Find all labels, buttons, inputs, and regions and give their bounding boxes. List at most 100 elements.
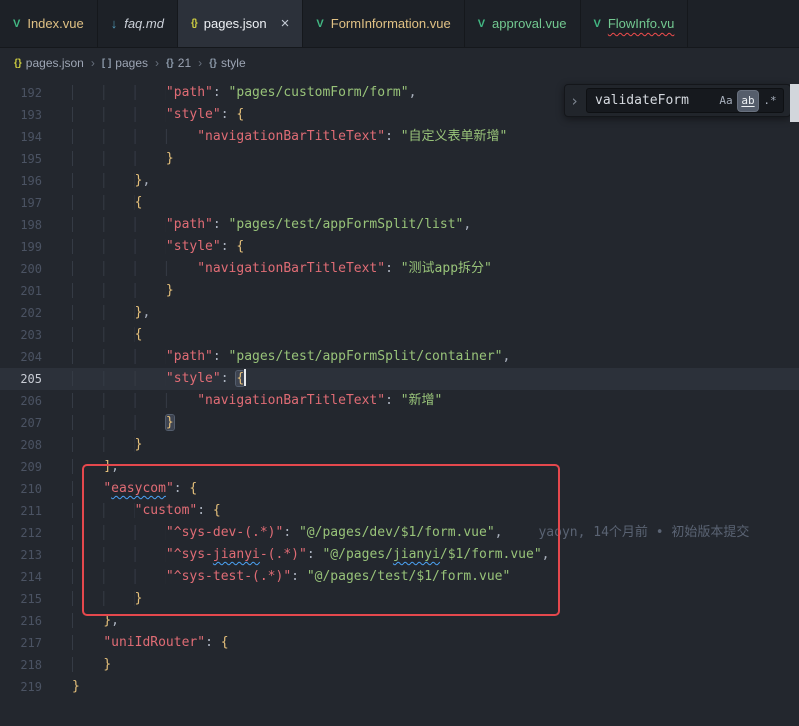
code-line-213[interactable]: 213 "^sys-jianyi-(.*)": "@/pages/jianyi/… — [0, 544, 799, 566]
code-line-text: "^sys-test-(.*)": "@/pages/test/$1/form.… — [72, 566, 510, 588]
tab-label: faq.md — [124, 16, 164, 31]
line-number: 208 — [0, 434, 42, 456]
code-line-text: "navigationBarTitleText": "测试app拆分" — [72, 258, 492, 280]
code-line-211[interactable]: 211 "custom": { — [0, 500, 799, 522]
code-token: "pages/test/appFormSplit/list" — [229, 217, 464, 232]
vue-icon: V — [316, 18, 323, 30]
line-number: 193 — [0, 104, 42, 126]
code-line-text: } — [72, 434, 142, 456]
toggle-replace-chevron-icon[interactable]: › — [567, 92, 582, 110]
code-line-197[interactable]: 197 { — [0, 192, 799, 214]
code-line-text: "style": { — [72, 104, 244, 126]
code-line-text: { — [72, 324, 142, 346]
find-input[interactable]: validateForm Aa ab .* — [586, 88, 784, 113]
breadcrumb-separator: › — [155, 56, 159, 70]
scrollbar-thumb[interactable] — [790, 84, 799, 122]
code-token: "@/pages/test/$1/form.vue" — [307, 569, 511, 584]
tab-label: FormInformation.vue — [331, 16, 451, 31]
code-line-218[interactable]: 218 } — [0, 654, 799, 676]
code-line-215[interactable]: 215 } — [0, 588, 799, 610]
breadcrumb-item-pages[interactable]: [ ]pages — [102, 56, 148, 70]
code-token — [72, 657, 103, 672]
code-line-208[interactable]: 208 } — [0, 434, 799, 456]
code-token: : — [197, 503, 213, 518]
line-number: 205 — [0, 368, 42, 390]
code-token — [72, 547, 166, 562]
code-line-text: "path": "pages/customForm/form", — [72, 82, 416, 104]
tab-index-vue[interactable]: VIndex.vue — [0, 0, 98, 47]
code-token: "style" — [166, 239, 221, 254]
code-token: } — [166, 415, 174, 430]
code-line-209[interactable]: 209 ], — [0, 456, 799, 478]
code-line-203[interactable]: 203 { — [0, 324, 799, 346]
tab-bar: VIndex.vue↓faq.md{}pages.json× V FormInfor… — [0, 0, 799, 48]
line-number: 204 — [0, 346, 42, 368]
code-token — [72, 349, 166, 364]
close-icon[interactable]: × — [281, 16, 290, 31]
code-token: : — [221, 239, 237, 254]
code-token — [72, 85, 166, 100]
line-number: 200 — [0, 258, 42, 280]
code-token: { — [213, 503, 221, 518]
code-token — [72, 525, 166, 540]
code-token — [72, 151, 166, 166]
code-token: "测试app拆分" — [401, 261, 492, 276]
code-token: jianyi — [393, 547, 440, 562]
breadcrumb-item-style[interactable]: {}style — [209, 56, 245, 70]
code-line-219[interactable]: 219} — [0, 676, 799, 698]
tab-pages-json[interactable]: {}pages.json× — [178, 0, 303, 47]
tab-faq-md[interactable]: ↓faq.md — [98, 0, 178, 47]
match-case-toggle-icon[interactable]: Aa — [716, 91, 736, 111]
code-line-207[interactable]: 207 } — [0, 412, 799, 434]
code-token: -(.*)" — [260, 547, 307, 562]
code-line-text: "easycom": { — [72, 478, 197, 500]
code-content[interactable]: 192 "path": "pages/customForm/form",193 … — [0, 78, 799, 698]
code-line-202[interactable]: 202 }, — [0, 302, 799, 324]
code-token: : — [221, 371, 237, 386]
code-line-212[interactable]: 212 "^sys-dev-(.*)": "@/pages/dev/$1/for… — [0, 522, 799, 544]
code-line-217[interactable]: 217 "uniIdRouter": { — [0, 632, 799, 654]
code-line-216[interactable]: 216 }, — [0, 610, 799, 632]
code-token: , — [111, 459, 119, 474]
code-line-text: "style": { — [72, 368, 246, 390]
code-line-text: "navigationBarTitleText": "新增" — [72, 390, 442, 412]
code-line-198[interactable]: 198 "path": "pages/test/appFormSplit/lis… — [0, 214, 799, 236]
code-line-206[interactable]: 206 "navigationBarTitleText": "新增" — [0, 390, 799, 412]
code-token: : — [291, 569, 307, 584]
code-line-205[interactable]: 205 "style": { — [0, 368, 799, 390]
regex-toggle-icon[interactable]: .* — [760, 91, 780, 111]
tab-flowinfo-vu[interactable]: VFlowInfo.vu — [581, 0, 689, 47]
breadcrumb-item-21[interactable]: {}21 — [166, 56, 191, 70]
line-number: 214 — [0, 566, 42, 588]
tab-approval-vue[interactable]: Vapproval.vue — [465, 0, 581, 47]
code-line-204[interactable]: 204 "path": "pages/test/appFormSplit/con… — [0, 346, 799, 368]
code-line-199[interactable]: 199 "style": { — [0, 236, 799, 258]
breadcrumb-item-pages-json[interactable]: {}pages.json — [14, 56, 84, 70]
code-token — [72, 459, 103, 474]
code-token: "path" — [166, 85, 213, 100]
code-token — [72, 305, 135, 320]
code-token: : — [307, 547, 323, 562]
code-line-text: "custom": { — [72, 500, 221, 522]
line-number: 207 — [0, 412, 42, 434]
code-line-200[interactable]: 200 "navigationBarTitleText": "测试app拆分" — [0, 258, 799, 280]
code-editor[interactable]: 192 "path": "pages/customForm/form",193 … — [0, 78, 799, 726]
line-number: 215 — [0, 588, 42, 610]
git-blame-annotation: yaoyn, 14个月前 • 初始版本提交 — [502, 525, 749, 540]
code-token: " — [103, 481, 111, 496]
code-line-196[interactable]: 196 }, — [0, 170, 799, 192]
code-token: easycom — [111, 481, 166, 496]
code-line-195[interactable]: 195 } — [0, 148, 799, 170]
code-token: "style" — [166, 371, 221, 386]
tab-forminformation-vue[interactable]: V FormInformation.vue — [303, 0, 464, 47]
vue-icon: V — [478, 18, 485, 30]
vue-icon: V — [13, 18, 20, 30]
code-line-201[interactable]: 201 } — [0, 280, 799, 302]
whole-word-toggle-icon[interactable]: ab — [738, 91, 758, 111]
code-token — [72, 107, 166, 122]
code-line-210[interactable]: 210 "easycom": { — [0, 478, 799, 500]
text-cursor — [244, 369, 246, 386]
code-line-214[interactable]: 214 "^sys-test-(.*)": "@/pages/test/$1/f… — [0, 566, 799, 588]
code-token — [72, 283, 166, 298]
code-line-194[interactable]: 194 "navigationBarTitleText": "自定义表单新增" — [0, 126, 799, 148]
